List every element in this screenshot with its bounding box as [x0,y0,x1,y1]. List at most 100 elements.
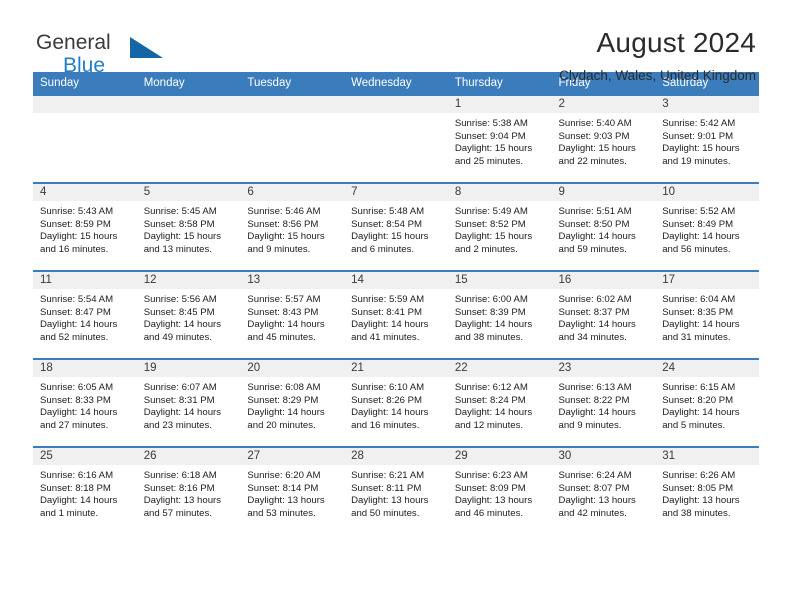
day-details: Sunrise: 5:56 AM Sunset: 8:45 PM Daylight:… [137,289,241,344]
calendar-day-cell[interactable]: 11 Sunrise: 5:54 AM Sunset: 8:47 PM Dayligh… [33,270,137,359]
day-detail-line: Sunset: 8:41 PM [351,306,423,318]
day-detail-line: Sunrise: 6:18 AM [143,470,217,481]
day-detail-line: Daylight: 13 hours [454,495,533,507]
day-number: 5 [136,184,241,201]
day-details: Sunrise: 5:51 AM Sunset: 8:50 PM Daylight:… [552,201,656,256]
day-details: Sunrise: 5:46 AM Sunset: 8:56 PM Daylight:… [240,201,344,256]
day-detail-line: Sunrise: 6:04 AM [662,294,736,305]
day-details: Sunrise: 6:04 AM Sunset: 8:35 PM Daylight:… [655,289,759,344]
day-detail-line: Sunset: 8:39 PM [454,306,526,318]
day-number: 29 [447,448,552,465]
day-detail-line: Sunrise: 5:42 AM [662,118,736,129]
day-details: Sunrise: 6:05 AM Sunset: 8:33 PM Daylight:… [33,377,137,432]
calendar-page: General Blue August 2024 Clydach, Wales,… [0,0,792,612]
calendar-day-cell[interactable]: 3 Sunrise: 5:42 AM Sunset: 9:01 PM Daylight… [655,94,759,183]
calendar-day-cell[interactable]: 2 Sunrise: 5:40 AM Sunset: 9:03 PM Daylight… [551,94,656,183]
day-detail-line: Sunrise: 5:46 AM [247,206,321,217]
calendar-day-cell[interactable]: 30 Sunrise: 6:24 AM Sunset: 8:07 PM Dayligh… [551,446,656,535]
brand-logo[interactable]: General Blue [36,32,266,88]
calendar-day-cell[interactable]: 5 Sunrise: 5:45 AM Sunset: 8:58 PM Daylight… [136,182,241,271]
day-detail-line: Daylight: 14 hours [40,407,118,419]
calendar-day-cell[interactable]: 16 Sunrise: 6:02 AM Sunset: 8:37 PM Dayligh… [551,270,656,359]
day-number [344,96,448,113]
day-details: Sunrise: 6:26 AM Sunset: 8:05 PM Daylight:… [655,465,759,520]
day-detail-line: Daylight: 14 hours [662,407,740,419]
day-details: Sunrise: 6:00 AM Sunset: 8:39 PM Daylight:… [448,289,552,344]
day-detail-line: and 38 minutes. [662,507,731,519]
calendar-day-cell[interactable]: 20 Sunrise: 6:08 AM Sunset: 8:29 PM Dayligh… [240,358,345,447]
day-detail-line: Sunset: 8:35 PM [662,306,734,318]
day-detail-line: Daylight: 14 hours [662,319,740,331]
calendar-day-cell[interactable]: 18 Sunrise: 6:05 AM Sunset: 8:33 PM Dayligh… [33,358,137,447]
day-detail-line: Sunset: 9:01 PM [662,130,734,142]
calendar-week-row: 4 Sunrise: 5:43 AM Sunset: 8:59 PM Daylight… [33,182,759,271]
day-detail-line: Daylight: 14 hours [558,231,636,243]
calendar-day-cell[interactable]: 25 Sunrise: 6:16 AM Sunset: 8:18 PM Dayligh… [33,446,137,535]
calendar-day-cell[interactable]: 6 Sunrise: 5:46 AM Sunset: 8:56 PM Daylight… [240,182,345,271]
day-details: Sunrise: 6:12 AM Sunset: 8:24 PM Daylight:… [448,377,552,432]
day-detail-line: and 59 minutes. [558,243,627,255]
day-detail-line: and 22 minutes. [558,155,627,167]
day-details: Sunrise: 5:45 AM Sunset: 8:58 PM Daylight:… [137,201,241,256]
calendar-day-cell[interactable]: 27 Sunrise: 6:20 AM Sunset: 8:14 PM Dayligh… [240,446,345,535]
day-detail-line: and 25 minutes. [454,155,524,167]
calendar-day-cell[interactable]: 31 Sunrise: 6:26 AM Sunset: 8:05 PM Dayligh… [655,446,759,535]
calendar-day-cell[interactable]: 24 Sunrise: 6:15 AM Sunset: 8:20 PM Dayligh… [655,358,759,447]
day-number [136,96,241,113]
day-details: Sunrise: 6:16 AM Sunset: 8:18 PM Daylight:… [33,465,137,520]
day-number: 28 [344,448,448,465]
day-number: 14 [344,272,448,289]
day-details: Sunrise: 5:52 AM Sunset: 8:49 PM Daylight:… [655,201,759,256]
day-detail-line: Sunset: 8:09 PM [454,482,526,494]
day-detail-line: and 2 minutes. [454,243,518,255]
day-detail-line: Sunset: 9:03 PM [558,130,630,142]
calendar-day-cell[interactable]: 12 Sunrise: 5:56 AM Sunset: 8:45 PM Dayligh… [136,270,241,359]
calendar-day-cell[interactable]: 13 Sunrise: 5:57 AM Sunset: 8:43 PM Dayligh… [240,270,345,359]
day-detail-line: Daylight: 13 hours [143,495,222,507]
calendar-day-cell[interactable]: 7 Sunrise: 5:48 AM Sunset: 8:54 PM Daylight… [344,182,448,271]
day-detail-line: Sunrise: 6:16 AM [40,470,114,481]
day-detail-line: Sunrise: 6:21 AM [351,470,425,481]
day-number: 15 [447,272,552,289]
day-detail-line: and 38 minutes. [454,331,524,343]
calendar-day-cell[interactable]: 22 Sunrise: 6:12 AM Sunset: 8:24 PM Dayligh… [447,358,552,447]
day-detail-line: Sunset: 8:47 PM [40,306,111,318]
day-details: Sunrise: 5:48 AM Sunset: 8:54 PM Daylight:… [344,201,448,256]
day-number: 26 [136,448,241,465]
day-detail-line: and 53 minutes. [247,507,316,519]
calendar-week-row: 25 Sunrise: 6:16 AM Sunset: 8:18 PM Dayligh… [33,446,759,535]
day-detail-line: Daylight: 15 hours [662,143,740,155]
day-detail-line: Sunrise: 6:08 AM [247,382,321,393]
calendar-day-cell[interactable]: 26 Sunrise: 6:18 AM Sunset: 8:16 PM Dayligh… [136,446,241,535]
calendar-day-cell[interactable]: 1 Sunrise: 5:38 AM Sunset: 9:04 PM Daylight… [447,94,552,183]
calendar-day-cell[interactable]: 15 Sunrise: 6:00 AM Sunset: 8:39 PM Dayligh… [447,270,552,359]
calendar-day-cell[interactable]: 29 Sunrise: 6:23 AM Sunset: 8:09 PM Dayligh… [447,446,552,535]
day-detail-line: and 16 minutes. [351,419,420,431]
calendar-day-cell[interactable]: 9 Sunrise: 5:51 AM Sunset: 8:50 PM Daylight… [551,182,656,271]
day-detail-line: and 56 minutes. [662,243,731,255]
calendar-day-cell[interactable]: 21 Sunrise: 6:10 AM Sunset: 8:26 PM Dayligh… [344,358,448,447]
day-detail-line: and 42 minutes. [558,507,627,519]
calendar-day-cell[interactable]: 14 Sunrise: 5:59 AM Sunset: 8:41 PM Dayligh… [344,270,448,359]
calendar-day-cell[interactable]: 28 Sunrise: 6:21 AM Sunset: 8:11 PM Dayligh… [344,446,448,535]
day-detail-line: and 34 minutes. [558,331,627,343]
calendar-week-row: 1 Sunrise: 5:38 AM Sunset: 9:04 PM Daylight… [33,94,759,183]
day-detail-line: and 16 minutes. [40,243,109,255]
day-detail-line: Daylight: 14 hours [40,495,118,507]
calendar-day-cell[interactable]: 19 Sunrise: 6:07 AM Sunset: 8:31 PM Dayligh… [136,358,241,447]
calendar-day-cell[interactable]: 8 Sunrise: 5:49 AM Sunset: 8:52 PM Daylight… [447,182,552,271]
day-details: Sunrise: 5:49 AM Sunset: 8:52 PM Daylight:… [448,201,552,256]
day-detail-line: Sunrise: 6:13 AM [558,382,632,393]
day-number: 22 [447,360,552,377]
calendar-day-cell[interactable]: 17 Sunrise: 6:04 AM Sunset: 8:35 PM Dayligh… [655,270,759,359]
day-detail-line: Sunrise: 6:23 AM [454,470,528,481]
day-number: 1 [447,96,552,113]
day-detail-line: Sunrise: 6:12 AM [454,382,528,393]
day-detail-line: Sunset: 9:04 PM [454,130,526,142]
calendar-day-cell[interactable]: 23 Sunrise: 6:13 AM Sunset: 8:22 PM Dayligh… [551,358,656,447]
day-number: 16 [551,272,656,289]
calendar-day-cell[interactable]: 4 Sunrise: 5:43 AM Sunset: 8:59 PM Daylight… [33,182,137,271]
calendar-day-cell[interactable]: 10 Sunrise: 5:52 AM Sunset: 8:49 PM Dayligh… [655,182,759,271]
day-detail-line: Sunrise: 5:51 AM [558,206,632,217]
day-detail-line: and 45 minutes. [247,331,316,343]
